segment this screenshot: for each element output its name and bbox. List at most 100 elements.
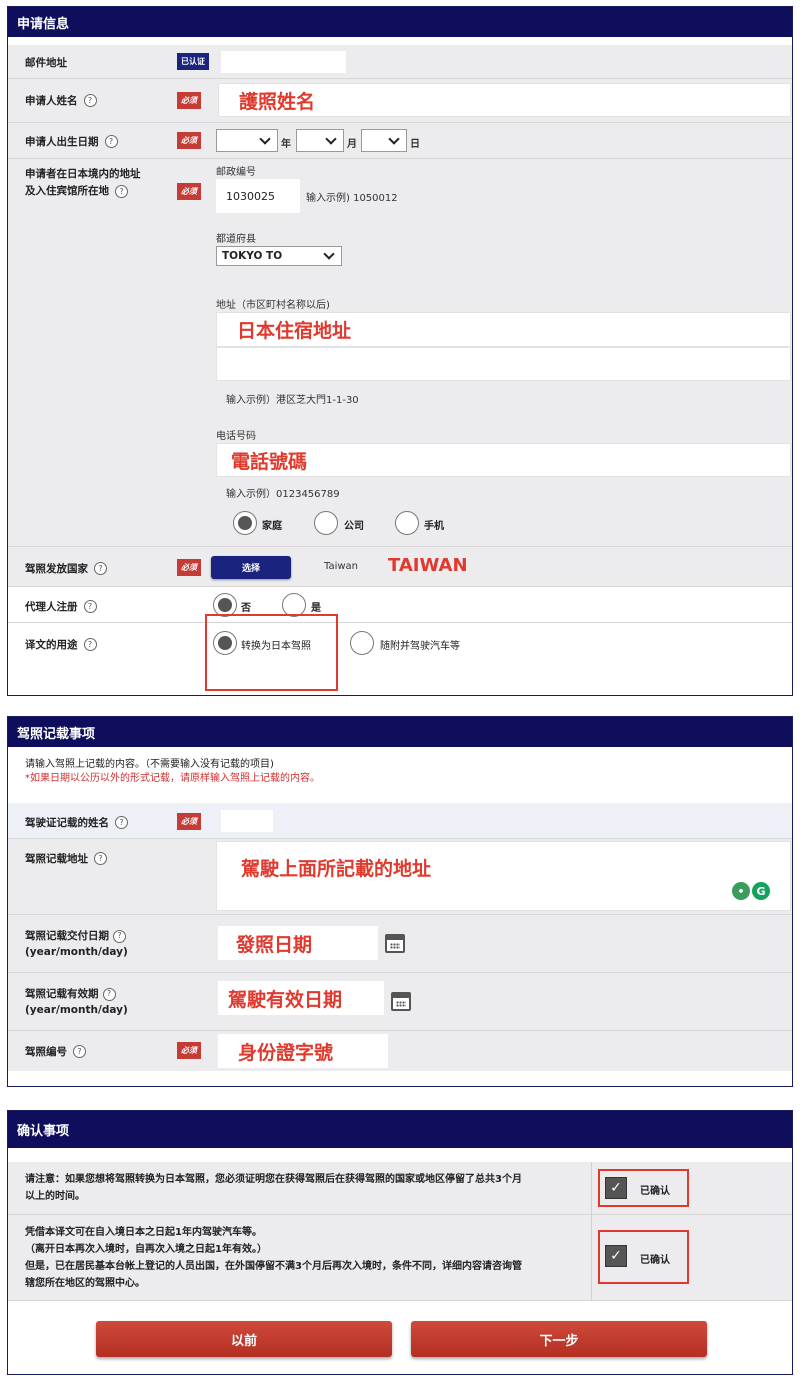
verified-badge: 已认证 xyxy=(177,53,209,70)
row-dob: 申请人出生日期? 必须 年 月 日 xyxy=(8,123,792,159)
purpose-label: 译文的用途? xyxy=(25,637,97,652)
email-label: 邮件地址 xyxy=(25,57,67,69)
postal-example: 输入示例) 1050012 xyxy=(306,193,398,204)
annotation-country: TAIWAN xyxy=(388,555,468,576)
section-title: 申请信息 xyxy=(17,16,70,32)
help-icon[interactable]: ? xyxy=(104,135,118,148)
postal-label: 邮政编号 xyxy=(216,167,256,178)
help-icon[interactable]: ? xyxy=(83,94,97,107)
highlight-box-agent-purpose xyxy=(205,614,338,691)
chevron-down-icon xyxy=(259,132,271,145)
phone-type-office-radio[interactable] xyxy=(314,511,338,535)
help-icon[interactable]: ? xyxy=(94,852,107,865)
grammarly-icon[interactable]: G xyxy=(752,882,770,900)
calendar-icon[interactable] xyxy=(391,992,411,1011)
help-icon[interactable]: ? xyxy=(115,816,128,829)
annotation-issue-date: 發照日期 xyxy=(236,933,313,956)
phone-type-mobile-label: 手机 xyxy=(424,521,444,532)
license-address-label: 驾照记载地址? xyxy=(25,851,107,866)
lightbulb-icon[interactable]: • xyxy=(732,882,750,900)
highlight-box-confirm-1 xyxy=(598,1169,689,1207)
postal-input[interactable]: 1030025 xyxy=(216,179,300,213)
confirm-2-text: 凭借本译文可在自入境日本之日起1年内驾驶汽车等。 （离开日本再次入境时，自再次入… xyxy=(25,1227,522,1289)
address-example: 输入示例）港区芝大門1-1-30 xyxy=(226,395,359,406)
confirm-1-text: 请注意：如果您想将驾照转换为日本驾照，您必须证明您在获得驾照后在获得驾照的国家或… xyxy=(25,1174,522,1202)
notice-instructions: 请输入驾照上记载的内容。（不需要输入没有记载的项目) xyxy=(25,759,274,770)
applicant-name-input[interactable]: 護照姓名 xyxy=(218,83,791,117)
address-line1-input[interactable]: 日本住宿地址 xyxy=(216,312,791,347)
row-license-number: 驾照编号? 必须 身份證字號 xyxy=(8,1031,792,1071)
row-expiry-date: 驾照记载有效期? (year/month/day) 駕駛有效日期 xyxy=(8,973,792,1031)
help-icon[interactable]: ? xyxy=(113,929,126,943)
chevron-down-icon xyxy=(325,132,337,145)
annotation-phone: 電話號碼 xyxy=(231,450,308,473)
license-number-label: 驾照编号? xyxy=(25,1044,86,1059)
calendar-icon[interactable] xyxy=(385,934,405,953)
section-title: 驾照记载事项 xyxy=(17,726,96,742)
annotation-license-address: 駕駛上面所記載的地址 xyxy=(241,858,432,880)
panel-header-confirmation: 确认事项 xyxy=(8,1111,792,1148)
phone-type-home-label: 家庭 xyxy=(262,521,282,532)
phone-type-office-label: 公司 xyxy=(344,521,364,532)
license-number-input[interactable]: 身份證字號 xyxy=(218,1034,388,1068)
dob-day-select[interactable] xyxy=(361,129,407,152)
confirm-1-divider xyxy=(591,1162,592,1215)
annotation-japan-address: 日本住宿地址 xyxy=(237,320,352,342)
dob-month-select[interactable] xyxy=(296,129,344,152)
purpose-attach-label: 随附并驾驶汽车等 xyxy=(380,641,460,652)
next-button[interactable]: 下一步 xyxy=(411,1321,707,1357)
country-label: 驾照发放国家? xyxy=(25,561,107,576)
issue-date-input[interactable]: 發照日期 xyxy=(218,926,378,960)
dob-label: 申请人出生日期? xyxy=(25,134,118,149)
required-badge: 必须 xyxy=(177,813,201,830)
help-icon[interactable]: ? xyxy=(94,562,107,575)
phone-type-mobile-radio[interactable] xyxy=(395,511,419,535)
highlight-box-confirm-2 xyxy=(598,1230,689,1284)
row-country: 驾照发放国家? 必须 选择 Taiwan TAIWAN xyxy=(8,547,792,587)
prefecture-label: 都道府县 xyxy=(216,234,256,245)
day-label: 日 xyxy=(410,139,420,150)
expiry-date-label: 驾照记载有效期? (year/month/day) xyxy=(25,987,128,1016)
section-title: 确认事项 xyxy=(17,1124,70,1139)
license-address-textarea[interactable]: 駕駛上面所記載的地址 xyxy=(216,841,791,911)
email-field[interactable] xyxy=(221,51,346,73)
dob-year-select[interactable] xyxy=(216,129,278,152)
row-confirm-1: 请注意：如果您想将驾照转换为日本驾照，您必须证明您在获得驾照后在获得驾照的国家或… xyxy=(8,1162,792,1215)
row-license-name: 驾驶证记载的姓名? 必须 xyxy=(8,803,792,839)
required-badge: 必须 xyxy=(177,559,201,576)
row-confirm-2: 凭借本译文可在自入境日本之日起1年内驾驶汽车等。 （离开日本再次入境时，自再次入… xyxy=(8,1215,792,1301)
phone-type-home-radio[interactable] xyxy=(233,511,257,535)
phone-input[interactable]: 電話號碼 xyxy=(216,443,791,477)
prev-button[interactable]: 以前 xyxy=(96,1321,392,1357)
help-icon[interactable]: ? xyxy=(115,185,128,198)
notice-block: 请输入驾照上记载的内容。（不需要输入没有记载的项目) *如果日期以公历以外的形式… xyxy=(8,747,792,803)
address-line2-input[interactable] xyxy=(216,347,791,381)
required-badge: 必须 xyxy=(177,183,201,200)
chevron-down-icon xyxy=(323,248,335,260)
help-icon[interactable]: ? xyxy=(73,1045,86,1058)
required-badge: 必须 xyxy=(177,132,201,149)
row-email: 邮件地址 已认证 xyxy=(8,45,792,79)
row-agent: 代理人注册? 否 是 xyxy=(8,587,792,623)
confirmation-panel: 确认事项 请注意：如果您想将驾照转换为日本驾照，您必须证明您在获得驾照后在获得驾… xyxy=(7,1110,793,1375)
help-icon[interactable]: ? xyxy=(83,638,97,651)
help-icon[interactable]: ? xyxy=(83,600,97,613)
help-icon[interactable]: ? xyxy=(102,987,116,1001)
phone-example: 输入示例）0123456789 xyxy=(226,489,340,500)
country-value: Taiwan xyxy=(324,561,359,572)
row-purpose: 译文的用途? 转换为日本驾照 随附并驾驶汽车等 xyxy=(8,623,792,665)
required-badge: 必须 xyxy=(177,92,201,109)
year-label: 年 xyxy=(281,139,291,150)
prefecture-select[interactable]: TOKYO TO xyxy=(216,246,342,266)
select-country-button[interactable]: 选择 xyxy=(211,556,291,579)
panel-header-application-info: 申请信息 xyxy=(8,7,792,37)
annotation-expiry-date: 駕駛有效日期 xyxy=(228,988,343,1011)
confirm-2-divider xyxy=(591,1215,592,1301)
license-name-input[interactable] xyxy=(221,810,273,832)
row-applicant-name: 申请人姓名? 必须 護照姓名 xyxy=(8,79,792,123)
expiry-date-input[interactable]: 駕駛有效日期 xyxy=(218,981,384,1015)
annotation-license-number: 身份證字號 xyxy=(238,1041,334,1064)
purpose-attach-radio[interactable] xyxy=(350,631,374,655)
application-info-panel: 申请信息 邮件地址 已认证 申请人姓名? 必须 護照姓名 申请人出生日期? 必须… xyxy=(7,6,793,696)
agent-yes-label: 是 xyxy=(311,603,321,614)
